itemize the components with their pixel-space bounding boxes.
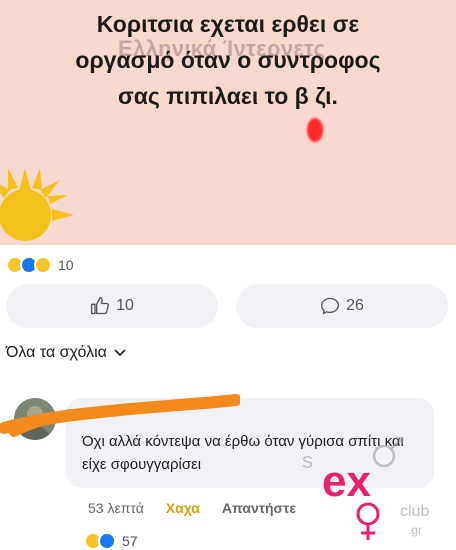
sexclub-logo: s ex club .gr <box>302 436 429 540</box>
wow-icon <box>34 256 52 274</box>
post-image[interactable]: Ελληνικά Ίντερνετς Κοριτσια εχεται ερθει… <box>0 0 456 245</box>
comment-button[interactable]: 26 <box>236 284 448 328</box>
meme-caption: Κοριτσια εχεται ερθει σε οργασμό όταν ο … <box>0 6 456 114</box>
svg-text:ex: ex <box>322 457 371 506</box>
sun-icon <box>0 168 74 241</box>
like-count: 10 <box>116 297 134 314</box>
reaction-count: 10 <box>58 257 74 273</box>
svg-text:s: s <box>302 448 313 473</box>
comments-filter-label: Όλα τα σχόλια <box>6 344 107 361</box>
like-button[interactable]: 10 <box>6 284 218 328</box>
haha-reaction-button[interactable]: Χαχα <box>166 500 200 516</box>
meme-line-3: σας πιπιλαει το β ζι. <box>118 83 338 109</box>
comment-actions: 53 λεπτά Χαχα Απαντήστε <box>88 500 296 516</box>
comment-bubble-icon <box>321 297 340 315</box>
post-reaction-summary[interactable]: 10 <box>6 256 74 274</box>
svg-text:.gr: .gr <box>408 523 422 537</box>
like-icon <box>98 532 116 550</box>
meme-line-1: Κοριτσια εχεται ερθει σε <box>96 11 360 37</box>
comment-reaction-summary[interactable]: 57 <box>84 532 138 550</box>
chevron-down-icon <box>114 349 126 357</box>
facebook-post: Ελληνικά Ίντερνετς Κοριτσια εχεται ερθει… <box>0 0 456 550</box>
comment-count: 26 <box>346 297 364 314</box>
thumbs-up-icon <box>91 297 110 315</box>
meme-line-2: οργασμό όταν ο συντροφος <box>75 47 381 73</box>
comment-reaction-count: 57 <box>122 533 138 549</box>
comments-filter-dropdown[interactable]: Όλα τα σχόλια <box>6 344 127 362</box>
svg-text:club: club <box>400 503 429 520</box>
censor-mark <box>307 118 323 142</box>
reply-button[interactable]: Απαντήστε <box>222 500 296 516</box>
comment-time: 53 λεπτά <box>88 500 144 516</box>
